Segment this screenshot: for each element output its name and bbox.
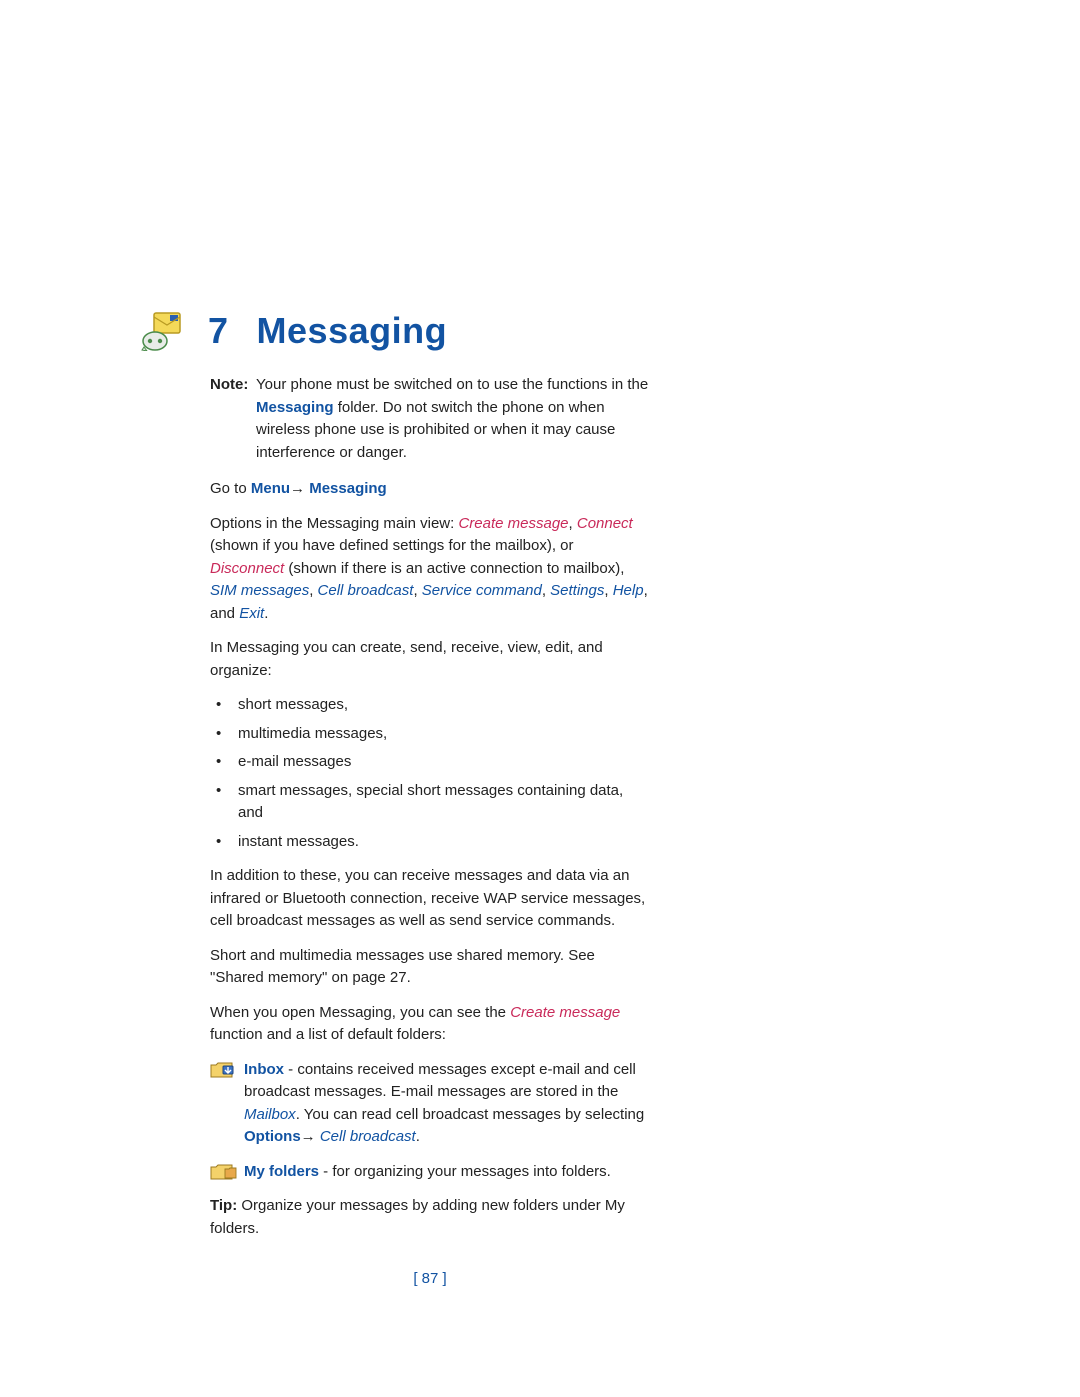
note-label: Note:	[210, 374, 256, 464]
my-folders-block: My folders - for organizing your message…	[210, 1161, 650, 1184]
cell-broadcast-nav: Cell broadcast	[316, 1128, 416, 1145]
chapter-heading-row: 7 Messaging	[210, 310, 960, 352]
list-item: short messages,	[210, 694, 650, 717]
create-message-func: Create message	[510, 1004, 620, 1021]
goto-line: Go to Menu→ Messaging	[210, 478, 650, 501]
sim-messages-option: SIM messages	[210, 582, 309, 599]
intro-line: In Messaging you can create, send, recei…	[210, 637, 650, 682]
document-page: 7 Messaging Note: Your phone must be swit…	[0, 0, 1080, 1371]
mailbox-ref: Mailbox	[244, 1106, 296, 1123]
open-messaging-paragraph: When you open Messaging, you can see the…	[210, 1002, 650, 1047]
note-text: Your phone must be switched on to use th…	[256, 374, 650, 464]
list-item: e-mail messages	[210, 751, 650, 774]
tip-label: Tip:	[210, 1197, 237, 1214]
list-item: smart messages, special short messages c…	[210, 780, 650, 825]
my-folders-icon	[210, 1163, 238, 1181]
chapter-title: 7 Messaging	[208, 310, 447, 352]
inbox-folder-icon	[210, 1061, 238, 1079]
messaging-chapter-icon	[140, 311, 186, 351]
content-body: Note: Your phone must be switched on to …	[210, 374, 650, 1291]
exit-option: Exit	[239, 605, 264, 622]
page-number: [ 87 ]	[210, 1268, 650, 1291]
disconnect-option: Disconnect	[210, 560, 284, 577]
list-item: instant messages.	[210, 831, 650, 854]
settings-option: Settings	[550, 582, 604, 599]
cell-broadcast-option: Cell broadcast	[318, 582, 414, 599]
options-paragraph: Options in the Messaging main view: Crea…	[210, 513, 650, 626]
my-folders-label: My folders	[244, 1163, 319, 1180]
shared-memory-paragraph: Short and multimedia messages use shared…	[210, 945, 650, 990]
message-types-list: short messages, multimedia messages, e-m…	[210, 694, 650, 853]
list-item: multimedia messages,	[210, 723, 650, 746]
help-option: Help	[613, 582, 644, 599]
note-messaging-bold: Messaging	[256, 399, 334, 416]
service-command-option: Service command	[422, 582, 542, 599]
note-block: Note: Your phone must be switched on to …	[210, 374, 650, 464]
connect-option: Connect	[577, 515, 633, 532]
menu-nav: Menu	[251, 480, 290, 497]
infrared-paragraph: In addition to these, you can receive me…	[210, 865, 650, 933]
chapter-number: 7	[208, 310, 229, 351]
messaging-nav: Messaging	[305, 480, 387, 497]
options-nav: Options	[244, 1128, 301, 1145]
chapter-title-text: Messaging	[257, 310, 448, 351]
create-message-option: Create message	[458, 515, 568, 532]
inbox-folder-block: Inbox - contains received messages excep…	[210, 1059, 650, 1149]
inbox-label: Inbox	[244, 1061, 284, 1078]
my-folders-text: My folders - for organizing your message…	[244, 1161, 611, 1184]
inbox-text: Inbox - contains received messages excep…	[244, 1059, 650, 1149]
tip-line: Tip: Organize your messages by adding ne…	[210, 1195, 650, 1240]
